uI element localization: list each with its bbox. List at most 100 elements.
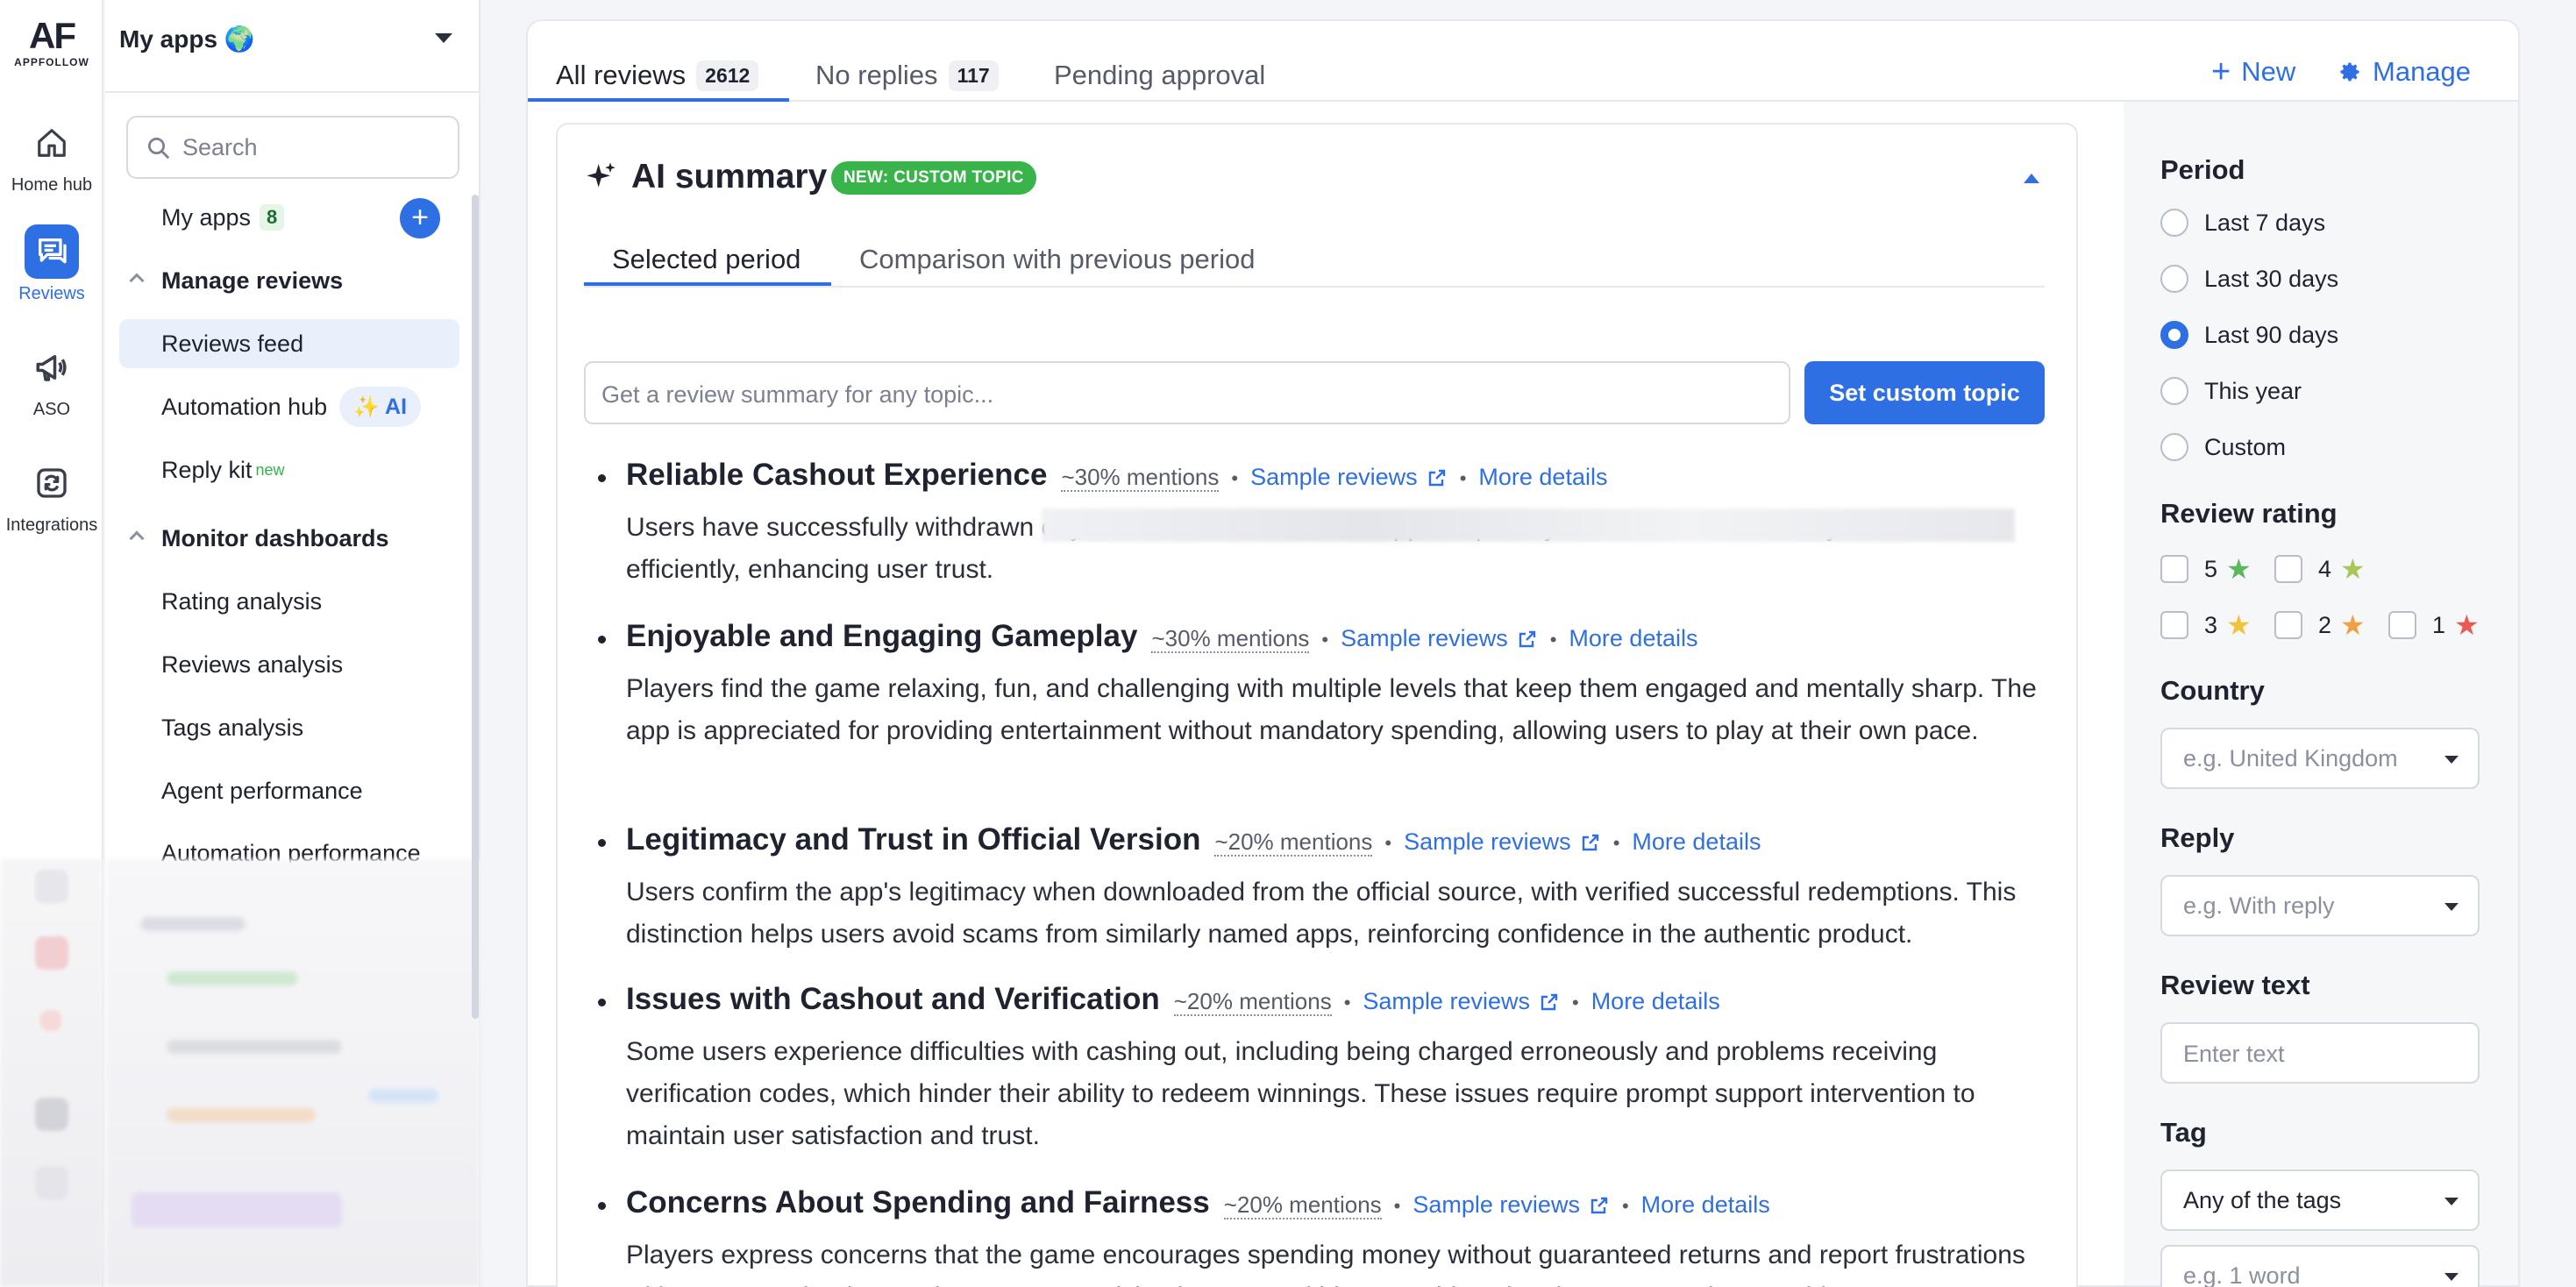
more-details-link[interactable]: More details — [1641, 1191, 1770, 1219]
nav-item-rating-analysis[interactable]: Rating analysis — [119, 577, 459, 626]
manage-button[interactable]: Manage — [2338, 56, 2471, 88]
nav-item-label: Reply kit — [161, 456, 253, 483]
more-details-link[interactable]: More details — [1591, 988, 1720, 1015]
tab-pending-approval[interactable]: Pending approval — [1054, 56, 1265, 95]
tab-selected-period[interactable]: Selected period — [612, 244, 801, 275]
review-text-input[interactable] — [2183, 1038, 2455, 1070]
checkbox[interactable] — [2274, 555, 2302, 583]
select-value: Any of the tags — [2183, 1186, 2342, 1213]
star-icon: ★ — [2340, 609, 2366, 641]
blurred-rail-region — [0, 859, 103, 1287]
reply-select[interactable]: e.g. With reply — [2160, 875, 2480, 936]
period-option-this-year[interactable]: This year — [2160, 377, 2302, 405]
link-label: Sample reviews — [1404, 828, 1571, 855]
checkbox[interactable] — [2274, 611, 2302, 639]
tag-mode-select[interactable]: Any of the tags — [2160, 1170, 2480, 1231]
chevron-down-icon — [2444, 903, 2459, 911]
radio-button[interactable] — [2160, 433, 2188, 461]
new-button[interactable]: + New — [2211, 55, 2295, 89]
period-option-90-days[interactable]: Last 90 days — [2160, 321, 2338, 349]
workspace-switcher[interactable]: My apps 🌍 — [105, 0, 480, 93]
rail-label-integrations: Integrations — [5, 516, 98, 535]
tab-no-replies[interactable]: No replies 117 — [815, 56, 999, 95]
more-details-link[interactable]: More details — [1478, 464, 1607, 491]
chevron-down-icon[interactable] — [435, 33, 452, 43]
rail-item-aso[interactable]: ASO — [0, 340, 103, 420]
rail-item-integrations[interactable]: Integrations — [0, 456, 103, 536]
chevron-up-icon — [129, 273, 145, 288]
rail-item-home-hub[interactable]: Home hub — [0, 116, 103, 196]
topic-mentions[interactable]: ~20% mentions — [1214, 828, 1373, 857]
bullet — [598, 636, 606, 644]
external-link-icon — [1582, 834, 1598, 850]
nav-item-reviews-feed[interactable]: Reviews feed — [119, 319, 459, 368]
nav-item-automation-hub[interactable]: Automation hub ✨ AI — [119, 382, 459, 431]
period-option-7-days[interactable]: Last 7 days — [2160, 209, 2325, 237]
radio-button[interactable] — [2160, 377, 2188, 405]
reviews-icon — [25, 224, 79, 279]
tag-select[interactable]: e.g. 1 word — [2160, 1245, 2480, 1287]
tab-all-reviews[interactable]: All reviews 2612 — [556, 56, 759, 95]
nav-item-label: Reviews analysis — [161, 651, 344, 678]
nav-item-my-apps[interactable]: My apps 8 + — [119, 193, 459, 242]
period-option-custom[interactable]: Custom — [2160, 433, 2286, 461]
more-details-link[interactable]: More details — [1569, 625, 1697, 652]
sample-reviews-link[interactable]: Sample reviews — [1250, 464, 1448, 491]
appfollow-logo[interactable]: AF APPFOLLOW — [0, 16, 103, 69]
nav-item-reply-kit[interactable]: Reply kit new — [119, 445, 459, 494]
section-label: Monitor dashboards — [161, 524, 389, 551]
topic-mentions[interactable]: ~20% mentions — [1173, 988, 1332, 1016]
rail-label-home-hub: Home hub — [11, 175, 93, 195]
select-placeholder: e.g. 1 word — [2183, 1262, 2301, 1287]
nav-item-reviews-analysis[interactable]: Reviews analysis — [119, 640, 459, 689]
nav-item-tags-analysis[interactable]: Tags analysis — [119, 703, 459, 752]
section-monitor-dashboards[interactable]: Monitor dashboards — [119, 514, 459, 563]
rating-checkbox-1[interactable]: 1 ★ — [2388, 608, 2480, 642]
rating-checkbox-3[interactable]: 3 ★ — [2160, 608, 2252, 642]
topic-mentions[interactable]: ~30% mentions — [1061, 464, 1220, 492]
rail-item-reviews[interactable]: Reviews — [0, 224, 103, 304]
checkbox[interactable] — [2388, 611, 2416, 639]
summary-topic: Issues with Cashout and Verification ~20… — [584, 982, 2057, 1184]
sample-reviews-link[interactable]: Sample reviews — [1363, 988, 1560, 1015]
checkbox[interactable] — [2160, 611, 2188, 639]
topic-description: Players find the game relaxing, fun, and… — [626, 674, 2037, 745]
topic-mentions[interactable]: ~20% mentions — [1223, 1191, 1382, 1219]
icon-rail: AF APPFOLLOW Home hub Reviews ASO Integr… — [0, 0, 103, 1287]
rating-value: 2 — [2318, 611, 2332, 638]
rating-checkbox-2[interactable]: 2 ★ — [2274, 608, 2366, 642]
external-link-icon — [1519, 630, 1535, 647]
checkbox[interactable] — [2160, 555, 2188, 583]
radio-button-selected[interactable] — [2160, 321, 2188, 349]
review-text-heading: Review text — [2160, 970, 2310, 1000]
country-select[interactable]: e.g. United Kingdom — [2160, 728, 2480, 789]
topic-mentions[interactable]: ~30% mentions — [1151, 625, 1310, 653]
radio-button[interactable] — [2160, 209, 2188, 237]
search-input[interactable] — [182, 132, 445, 163]
section-manage-reviews[interactable]: Manage reviews — [119, 256, 459, 305]
set-custom-topic-button[interactable]: Set custom topic — [1804, 361, 2045, 424]
chevron-down-icon — [2444, 756, 2459, 764]
search-icon — [148, 138, 170, 160]
custom-topic-input[interactable] — [601, 379, 1768, 410]
ai-summary-heading: AI summary — [631, 158, 828, 196]
rating-checkbox-4[interactable]: 4 ★ — [2274, 552, 2366, 586]
radio-label: Custom — [2204, 433, 2287, 460]
navigation-panel: My apps 🌍 My apps 8 + Manage reviews Rev… — [105, 0, 480, 1287]
active-tab-indicator — [528, 98, 789, 102]
chevron-down-icon — [2444, 1198, 2459, 1205]
sample-reviews-link[interactable]: Sample reviews — [1341, 625, 1538, 652]
add-app-button[interactable]: + — [400, 198, 440, 238]
period-option-30-days[interactable]: Last 30 days — [2160, 265, 2338, 293]
nav-scrollbar[interactable] — [472, 195, 479, 1019]
nav-item-agent-performance[interactable]: Agent performance — [119, 766, 459, 815]
bullet — [598, 839, 606, 847]
tab-comparison[interactable]: Comparison with previous period — [859, 244, 1255, 275]
chevron-up-icon[interactable] — [2024, 174, 2039, 183]
megaphone-icon — [25, 340, 79, 395]
more-details-link[interactable]: More details — [1632, 828, 1761, 856]
sample-reviews-link[interactable]: Sample reviews — [1413, 1191, 1610, 1219]
sample-reviews-link[interactable]: Sample reviews — [1404, 828, 1601, 856]
radio-button[interactable] — [2160, 265, 2188, 293]
rating-checkbox-5[interactable]: 5 ★ — [2160, 552, 2252, 586]
